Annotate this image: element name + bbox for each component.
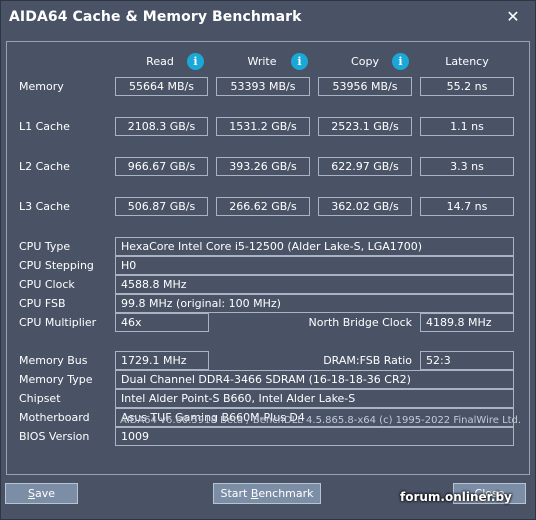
read-info-icon[interactable]: i xyxy=(187,53,204,70)
l3-write-value: 266.62 GB/s xyxy=(216,197,310,216)
version-footer: AIDA64 v6.60.5918 Beta / BenchDLL 4.5.86… xyxy=(120,415,522,426)
save-button[interactable]: Save xyxy=(5,483,78,504)
cpu-fsb-value: 99.8 MHz (original: 100 MHz) xyxy=(115,294,514,313)
cpu-fsb-label: CPU FSB xyxy=(19,297,66,310)
l3-read-value: 506.87 GB/s xyxy=(115,197,208,216)
copy-info-icon[interactable]: i xyxy=(392,53,409,70)
cpu-clock-label: CPU Clock xyxy=(19,278,75,291)
cpu-stepping-label: CPU Stepping xyxy=(19,259,94,272)
close-icon[interactable]: ✕ xyxy=(501,5,525,29)
results-panel: Read i Write i Copy i Latency Memory 556… xyxy=(6,41,530,475)
latency-column-header: Latency xyxy=(445,55,489,68)
cpu-clock-value: 4588.8 MHz xyxy=(115,275,514,294)
l1-row-label: L1 Cache xyxy=(19,120,70,133)
l2-row-label: L2 Cache xyxy=(19,160,70,173)
memory-latency-value: 55.2 ns xyxy=(420,77,514,96)
l3-latency-value: 14.7 ns xyxy=(420,197,514,216)
memory-copy-value: 53956 MB/s xyxy=(318,77,412,96)
dram-fsb-ratio-label: DRAM:FSB Ratio xyxy=(323,354,412,367)
memory-write-value: 53393 MB/s xyxy=(216,77,310,96)
chipset-label: Chipset xyxy=(19,392,61,405)
l1-read-value: 2108.3 GB/s xyxy=(115,117,208,136)
cpu-stepping-value: H0 xyxy=(115,256,514,275)
cpu-multiplier-label: CPU Multiplier xyxy=(19,316,97,329)
l3-copy-value: 362.02 GB/s xyxy=(318,197,412,216)
l2-copy-value: 622.97 GB/s xyxy=(318,157,412,176)
motherboard-label: Motherboard xyxy=(19,411,90,424)
l2-latency-value: 3.3 ns xyxy=(420,157,514,176)
memory-read-value: 55664 MB/s xyxy=(115,77,208,96)
cpu-type-value: HexaCore Intel Core i5-12500 (Alder Lake… xyxy=(115,237,514,256)
north-bridge-clock-value: 4189.8 MHz xyxy=(420,313,514,332)
memory-type-label: Memory Type xyxy=(19,373,93,386)
memory-row-label: Memory xyxy=(19,80,64,93)
cpu-type-label: CPU Type xyxy=(19,240,71,253)
bios-version-value: 1009 xyxy=(115,427,514,446)
start-label-post: enchmark xyxy=(258,487,314,500)
cpu-multiplier-value: 46x xyxy=(115,313,209,332)
l2-write-value: 393.26 GB/s xyxy=(216,157,310,176)
memory-bus-label: Memory Bus xyxy=(19,354,88,367)
l3-row-label: L3 Cache xyxy=(19,200,70,213)
title-bar: AIDA64 Cache & Memory Benchmark ✕ xyxy=(1,1,535,35)
north-bridge-clock-label: North Bridge Clock xyxy=(308,316,412,329)
memory-bus-value: 1729.1 MHz xyxy=(115,351,209,370)
benchmark-window: AIDA64 Cache & Memory Benchmark ✕ Read i… xyxy=(0,0,536,520)
l2-read-value: 966.67 GB/s xyxy=(115,157,208,176)
chipset-value: Intel Alder Point-S B660, Intel Alder La… xyxy=(115,389,514,408)
save-label-accel: S xyxy=(27,487,35,500)
bios-version-label: BIOS Version xyxy=(19,430,90,443)
write-info-icon[interactable]: i xyxy=(291,53,308,70)
save-label-post: ave xyxy=(34,487,55,500)
start-label-pre: Start xyxy=(220,487,251,500)
start-benchmark-button[interactable]: Start Benchmark xyxy=(213,483,321,504)
memory-type-value: Dual Channel DDR4-3466 SDRAM (16-18-18-3… xyxy=(115,370,514,389)
dram-fsb-ratio-value: 52:3 xyxy=(420,351,514,370)
l1-copy-value: 2523.1 GB/s xyxy=(318,117,412,136)
watermark: forum.onliner.by xyxy=(400,490,512,504)
l1-latency-value: 1.1 ns xyxy=(420,117,514,136)
l1-write-value: 1531.2 GB/s xyxy=(216,117,310,136)
window-title: AIDA64 Cache & Memory Benchmark xyxy=(9,9,302,25)
